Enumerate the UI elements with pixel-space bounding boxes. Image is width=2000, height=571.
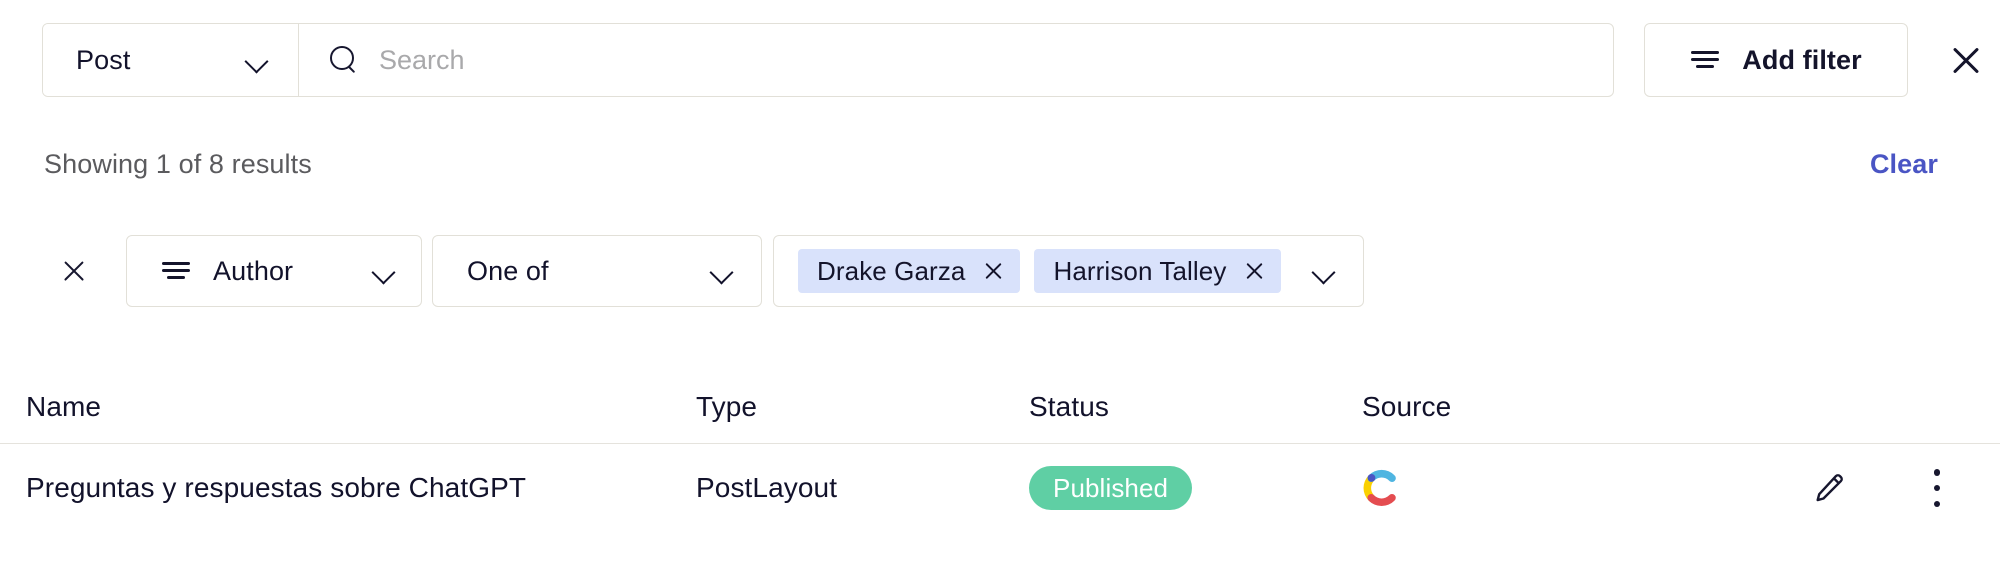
results-count-text: Showing 1 of 8 results [44,148,312,179]
filter-field-select[interactable]: Author [126,235,422,307]
column-header-name: Name [26,390,102,422]
close-icon[interactable] [981,259,1005,283]
column-header-type: Type [696,390,758,422]
remove-filter-button[interactable] [52,249,96,293]
search-group: Post [42,23,1614,97]
content-type-select[interactable]: Post [43,24,299,96]
add-filter-button[interactable]: Add filter [1644,23,1908,97]
search-icon [329,45,359,75]
table-row[interactable]: Preguntas y respuestas sobre ChatGPT Pos… [0,444,2000,532]
filter-lines-icon [161,260,191,282]
close-icon[interactable] [1242,259,1266,283]
search-toolbar: Post Add filter [0,0,2000,120]
filter-value-chip[interactable]: Harrison Talley [1034,249,1282,293]
cell-type: PostLayout [696,472,838,503]
add-filter-button-label: Add filter [1742,44,1862,75]
chevron-down-icon [244,47,270,73]
cell-name: Preguntas y respuestas sobre ChatGPT [26,472,527,503]
table-header-row: Name Type Status Source [0,370,2000,443]
filter-values-box[interactable]: Drake Garza Harrison Talley [773,235,1365,307]
pencil-icon[interactable] [1806,465,1852,511]
chevron-down-icon [709,258,735,284]
filter-operator-label: One of [467,255,549,286]
kebab-menu-icon[interactable] [1914,465,1960,511]
filter-field-label: Author [213,255,294,286]
content-type-select-label: Post [76,44,131,75]
results-summary-row: Showing 1 of 8 results Clear [0,136,2000,192]
filter-value-chip[interactable]: Drake Garza [798,249,1021,293]
clear-filters-link[interactable]: Clear [1870,149,1938,180]
filter-value-chip-label: Drake Garza [817,255,966,286]
column-header-source: Source [1362,390,1452,422]
chevron-down-icon[interactable] [1311,258,1337,284]
filter-value-chip-label: Harrison Talley [1053,255,1227,286]
filter-row: Author One of Drake Garza Harrison Talle… [0,228,2000,314]
search-input[interactable] [379,24,1613,96]
filter-operator-select[interactable]: One of [432,235,762,307]
content-table: Name Type Status Source Preguntas y resp… [0,370,2000,532]
filter-lines-icon [1690,49,1720,71]
column-header-status: Status [1029,390,1109,422]
chevron-down-icon [371,258,397,284]
filtered-content-list-screen: Post Add filter Showing 1 of 8 results C… [0,0,2000,571]
search-field[interactable] [299,24,1613,96]
status-badge: Published [1029,466,1193,510]
contentful-logo-icon [1362,469,1774,507]
close-icon[interactable] [1940,34,1992,86]
